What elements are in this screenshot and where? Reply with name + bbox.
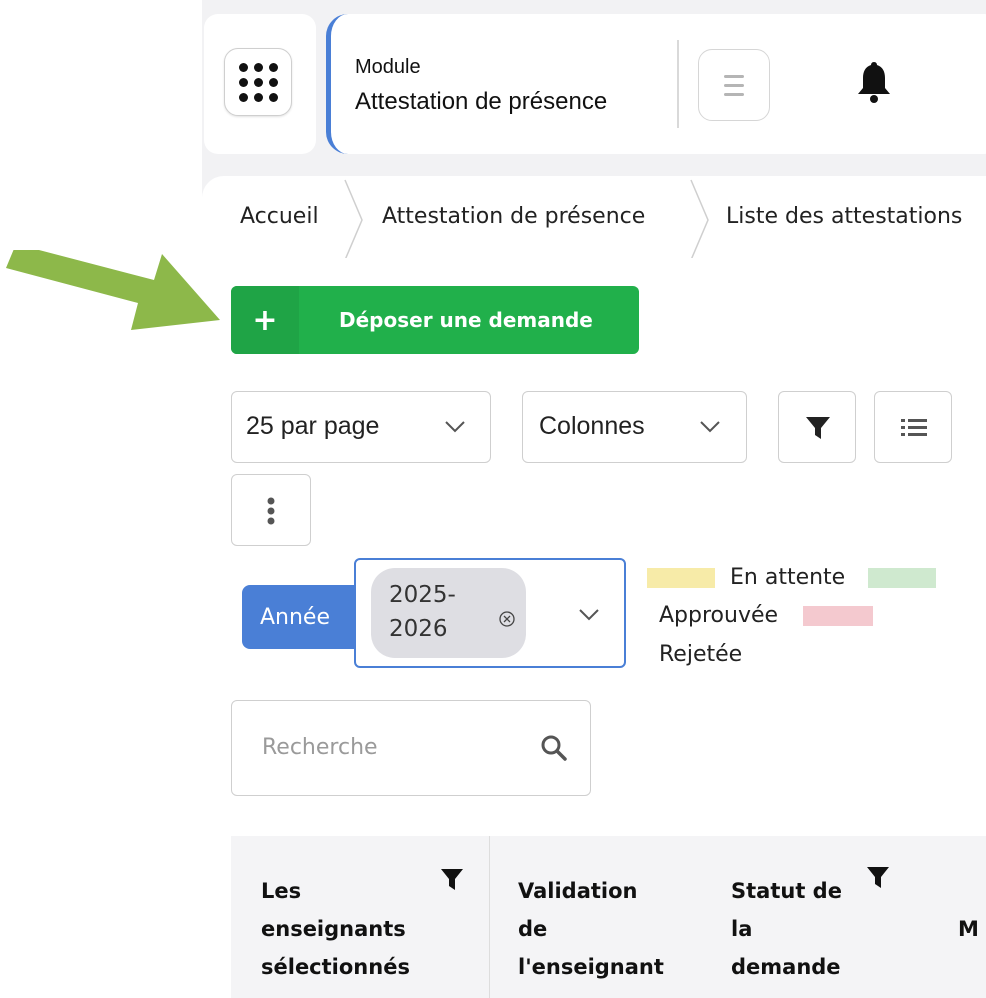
hamburger-icon bbox=[724, 74, 744, 78]
header-divider bbox=[677, 40, 679, 128]
legend-swatch-approved bbox=[868, 568, 936, 588]
columns-label: Colonnes bbox=[539, 412, 645, 440]
list-view-button[interactable] bbox=[874, 391, 952, 463]
legend-approved: Approuvée bbox=[659, 603, 779, 628]
legend-rejected: Rejetée bbox=[659, 642, 743, 667]
column-divider bbox=[489, 836, 490, 998]
filter-icon[interactable] bbox=[440, 868, 464, 892]
filter-icon[interactable] bbox=[866, 866, 890, 890]
bell-icon[interactable] bbox=[852, 58, 896, 108]
year-chip-value: 2025- bbox=[389, 582, 456, 608]
module-label: Module bbox=[355, 56, 421, 78]
columns-select[interactable]: Colonnes bbox=[522, 391, 747, 463]
breadcrumb-list: Liste des attestations bbox=[726, 204, 963, 229]
column-header-status[interactable]: Statut de la demande bbox=[731, 872, 842, 986]
breadcrumb-attestation[interactable]: Attestation de présence bbox=[382, 204, 645, 229]
chevron-down-icon bbox=[445, 421, 465, 433]
apps-grid-button[interactable] bbox=[224, 48, 292, 116]
column-header-teachers[interactable]: Les enseignants sélectionnés bbox=[261, 872, 410, 986]
chevron-down-icon bbox=[579, 609, 599, 621]
per-page-select[interactable]: 25 par page bbox=[231, 391, 491, 463]
arrow-annotation bbox=[6, 250, 220, 330]
grid-icon bbox=[238, 62, 248, 72]
legend-swatch-rejected bbox=[803, 606, 873, 626]
menu-button[interactable] bbox=[698, 49, 770, 121]
legend-pending: En attente bbox=[730, 565, 846, 590]
list-icon bbox=[901, 419, 927, 436]
breadcrumb-separator bbox=[344, 179, 363, 261]
filter-icon bbox=[806, 417, 830, 439]
breadcrumb-home[interactable]: Accueil bbox=[240, 204, 319, 229]
chevron-down-icon bbox=[700, 421, 720, 433]
kebab-icon bbox=[267, 497, 275, 525]
plus-icon: + bbox=[231, 286, 299, 354]
legend-swatch-pending bbox=[647, 568, 715, 588]
close-circle-icon[interactable] bbox=[498, 610, 516, 628]
search-placeholder: Recherche bbox=[262, 735, 378, 760]
deposit-request-button[interactable]: + Déposer une demande bbox=[231, 286, 639, 354]
year-filter-label: Année bbox=[242, 585, 370, 649]
deposit-request-label: Déposer une demande bbox=[339, 308, 593, 332]
per-page-value: 25 par page bbox=[246, 412, 380, 440]
module-name: Attestation de présence bbox=[355, 88, 608, 115]
filter-button[interactable] bbox=[778, 391, 856, 463]
search-icon[interactable] bbox=[540, 734, 568, 762]
column-header-validation[interactable]: Validation de l'enseignant bbox=[518, 872, 664, 986]
column-header-truncated[interactable]: M bbox=[958, 910, 979, 948]
more-options-button[interactable] bbox=[231, 474, 311, 546]
breadcrumb-separator bbox=[690, 179, 709, 261]
